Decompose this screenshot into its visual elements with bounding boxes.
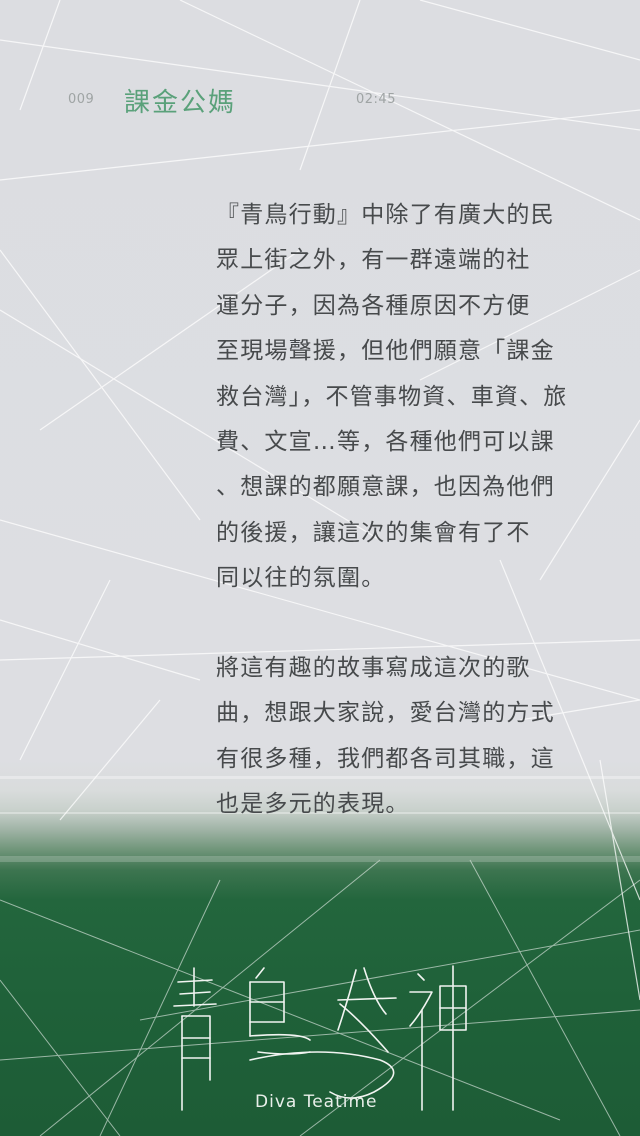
text-line: 、想課的都願意課，也因為他們 xyxy=(216,474,555,501)
text-line: 眾上街之外，有一群遠端的社 xyxy=(216,247,531,274)
text-line: 『青鳥行動』中除了有廣大的民 xyxy=(216,202,555,228)
text-line: 救台灣」，不管事物資、車資、旅 xyxy=(216,383,568,410)
text-line: 同以往的氛圍。 xyxy=(216,565,386,592)
text-line: 曲，想跟大家說，愛台灣的方式 xyxy=(216,700,555,727)
logo-subtitle: Diva Teatime xyxy=(255,1092,378,1112)
story-paragraph-2: 將這有趣的故事寫成這次的歌 曲，想跟大家說，愛台灣的方式 有很多種，我們都各司其… xyxy=(216,646,576,828)
story-card: 009 課金公媽 02:45 『青鳥行動』中除了有廣大的民 眾上街之外，有一群遠… xyxy=(0,0,640,1136)
text-line: 的後援，讓這次的集會有了不 xyxy=(216,519,531,546)
text-line: 也是多元的表現。 xyxy=(216,791,410,818)
track-number: 009 xyxy=(68,92,95,107)
text-line: 運分子，因為各種原因不方便 xyxy=(216,292,531,319)
song-title: 課金公媽 xyxy=(124,88,237,118)
text-line: 將這有趣的故事寫成這次的歌 xyxy=(216,655,531,681)
story-paragraph-1: 『青鳥行動』中除了有廣大的民 眾上街之外，有一群遠端的社 運分子，因為各種原因不… xyxy=(216,193,576,602)
track-duration: 02:45 xyxy=(356,92,396,107)
text-line: 至現場聲援，但他們願意「課金 xyxy=(216,338,555,365)
text-line: 有很多種，我們都各司其職，這 xyxy=(216,745,555,772)
text-line: 費、文宣…等，各種他們可以課 xyxy=(216,429,555,456)
